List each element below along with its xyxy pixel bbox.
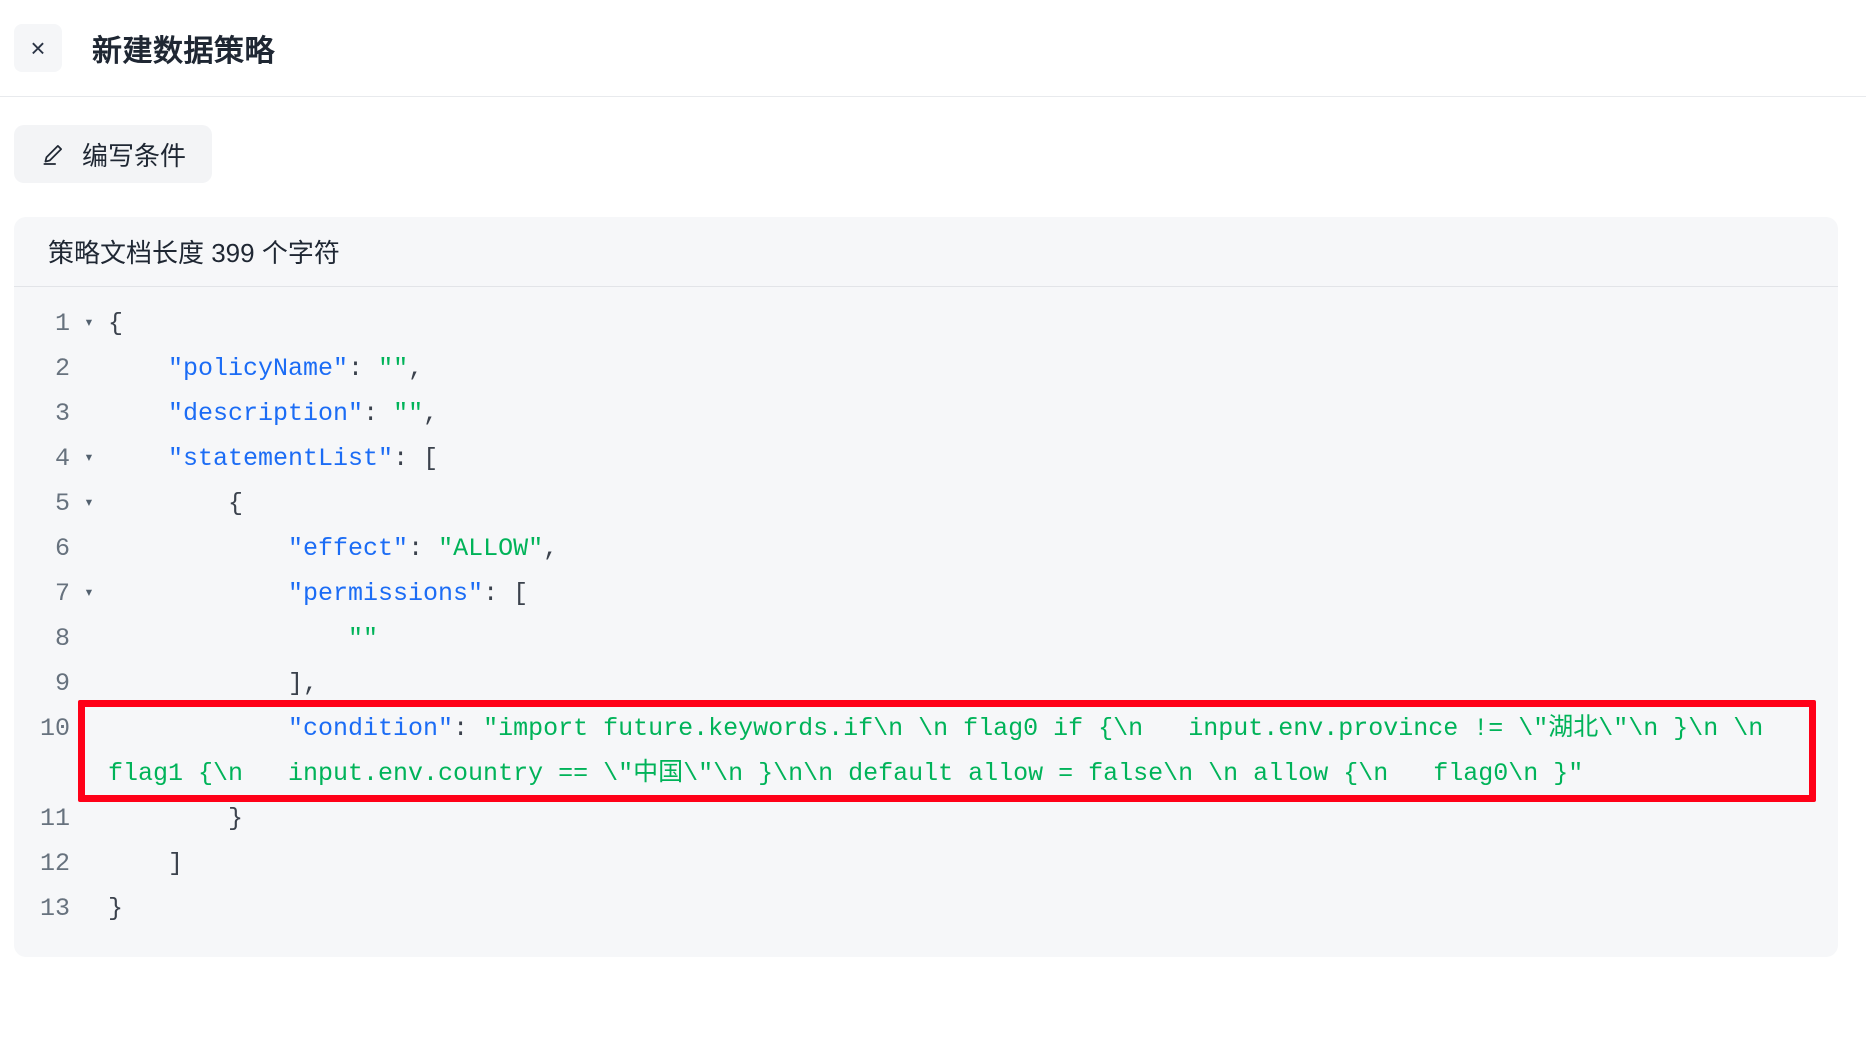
code-line[interactable]: 12 ] <box>14 841 1838 886</box>
policy-document-panel: 策略文档长度 399 个字符 1 ▾{2 "policyName": "", 3 "… <box>14 217 1838 957</box>
line-number: 11 <box>39 804 70 833</box>
code-line[interactable]: 1 ▾{ <box>14 301 1838 346</box>
close-icon: × <box>30 33 46 63</box>
code-line[interactable]: 4 ▾ "statementList": [ <box>14 436 1838 481</box>
json-code-editor[interactable]: 1 ▾{2 "policyName": "", 3 "description": "… <box>14 287 1838 957</box>
line-number: 8 <box>54 624 70 653</box>
code-line-text: "" <box>348 624 379 653</box>
policy-doc-length-header: 策略文档长度 399 个字符 <box>14 217 1838 287</box>
code-line[interactable]: 9 ], <box>14 661 1838 706</box>
fold-triangle-icon[interactable]: ▾ <box>70 481 108 526</box>
line-number: 3 <box>54 399 70 428</box>
code-line[interactable]: 8 "" <box>14 616 1838 661</box>
code-line[interactable]: 7 ▾ "permissions": [ <box>14 571 1838 616</box>
dialog-titlebar: × 新建数据策略 <box>0 0 1866 97</box>
code-line-text: "permissions": [ <box>288 579 529 608</box>
code-line-text: "policyName": "", <box>168 354 424 383</box>
code-line-text: } <box>108 894 124 923</box>
line-number: 2 <box>54 354 70 383</box>
line-number: 9 <box>54 669 70 698</box>
code-line[interactable]: 3 "description": "", <box>14 391 1838 436</box>
code-line[interactable]: 13} <box>14 886 1838 931</box>
code-line-text: ] <box>108 849 184 878</box>
line-number: 13 <box>39 894 70 923</box>
close-button[interactable]: × <box>14 24 62 72</box>
edit-condition-label: 编写条件 <box>82 140 187 171</box>
fold-triangle-icon[interactable]: ▾ <box>70 571 108 616</box>
policy-doc-length-label: 策略文档长度 399 个字符 <box>48 238 340 268</box>
code-line-text: } <box>108 804 244 833</box>
code-line-text: { <box>108 309 124 338</box>
line-number: 7 <box>54 579 70 608</box>
pencil-icon <box>40 141 66 167</box>
line-number: 6 <box>54 534 70 563</box>
line-number: 1 <box>54 309 70 338</box>
code-line-text: "condition": "import future.keywords.if\… <box>108 714 1779 788</box>
line-number: 10 <box>39 714 70 743</box>
line-number: 5 <box>54 489 70 518</box>
code-line-text: "effect": "ALLOW", <box>288 534 559 563</box>
page-title: 新建数据策略 <box>92 35 275 68</box>
toolbar: 编写条件 <box>0 97 1866 183</box>
code-line-text: "statementList": [ <box>168 444 439 473</box>
edit-condition-button[interactable]: 编写条件 <box>14 125 213 183</box>
fold-triangle-icon[interactable]: ▾ <box>70 436 108 481</box>
line-number: 4 <box>54 444 70 473</box>
code-line[interactable]: 5 ▾ { <box>14 481 1838 526</box>
line-number: 12 <box>39 849 70 878</box>
code-line[interactable]: 10 "condition": "import future.keywords.… <box>14 706 1838 796</box>
fold-triangle-icon[interactable]: ▾ <box>70 301 108 346</box>
code-line-text: "description": "", <box>168 399 439 428</box>
code-line-text: ], <box>108 669 319 698</box>
code-line-text: { <box>108 489 244 518</box>
code-line[interactable]: 11 } <box>14 796 1838 841</box>
code-line[interactable]: 6 "effect": "ALLOW", <box>14 526 1838 571</box>
code-line[interactable]: 2 "policyName": "", <box>14 346 1838 391</box>
